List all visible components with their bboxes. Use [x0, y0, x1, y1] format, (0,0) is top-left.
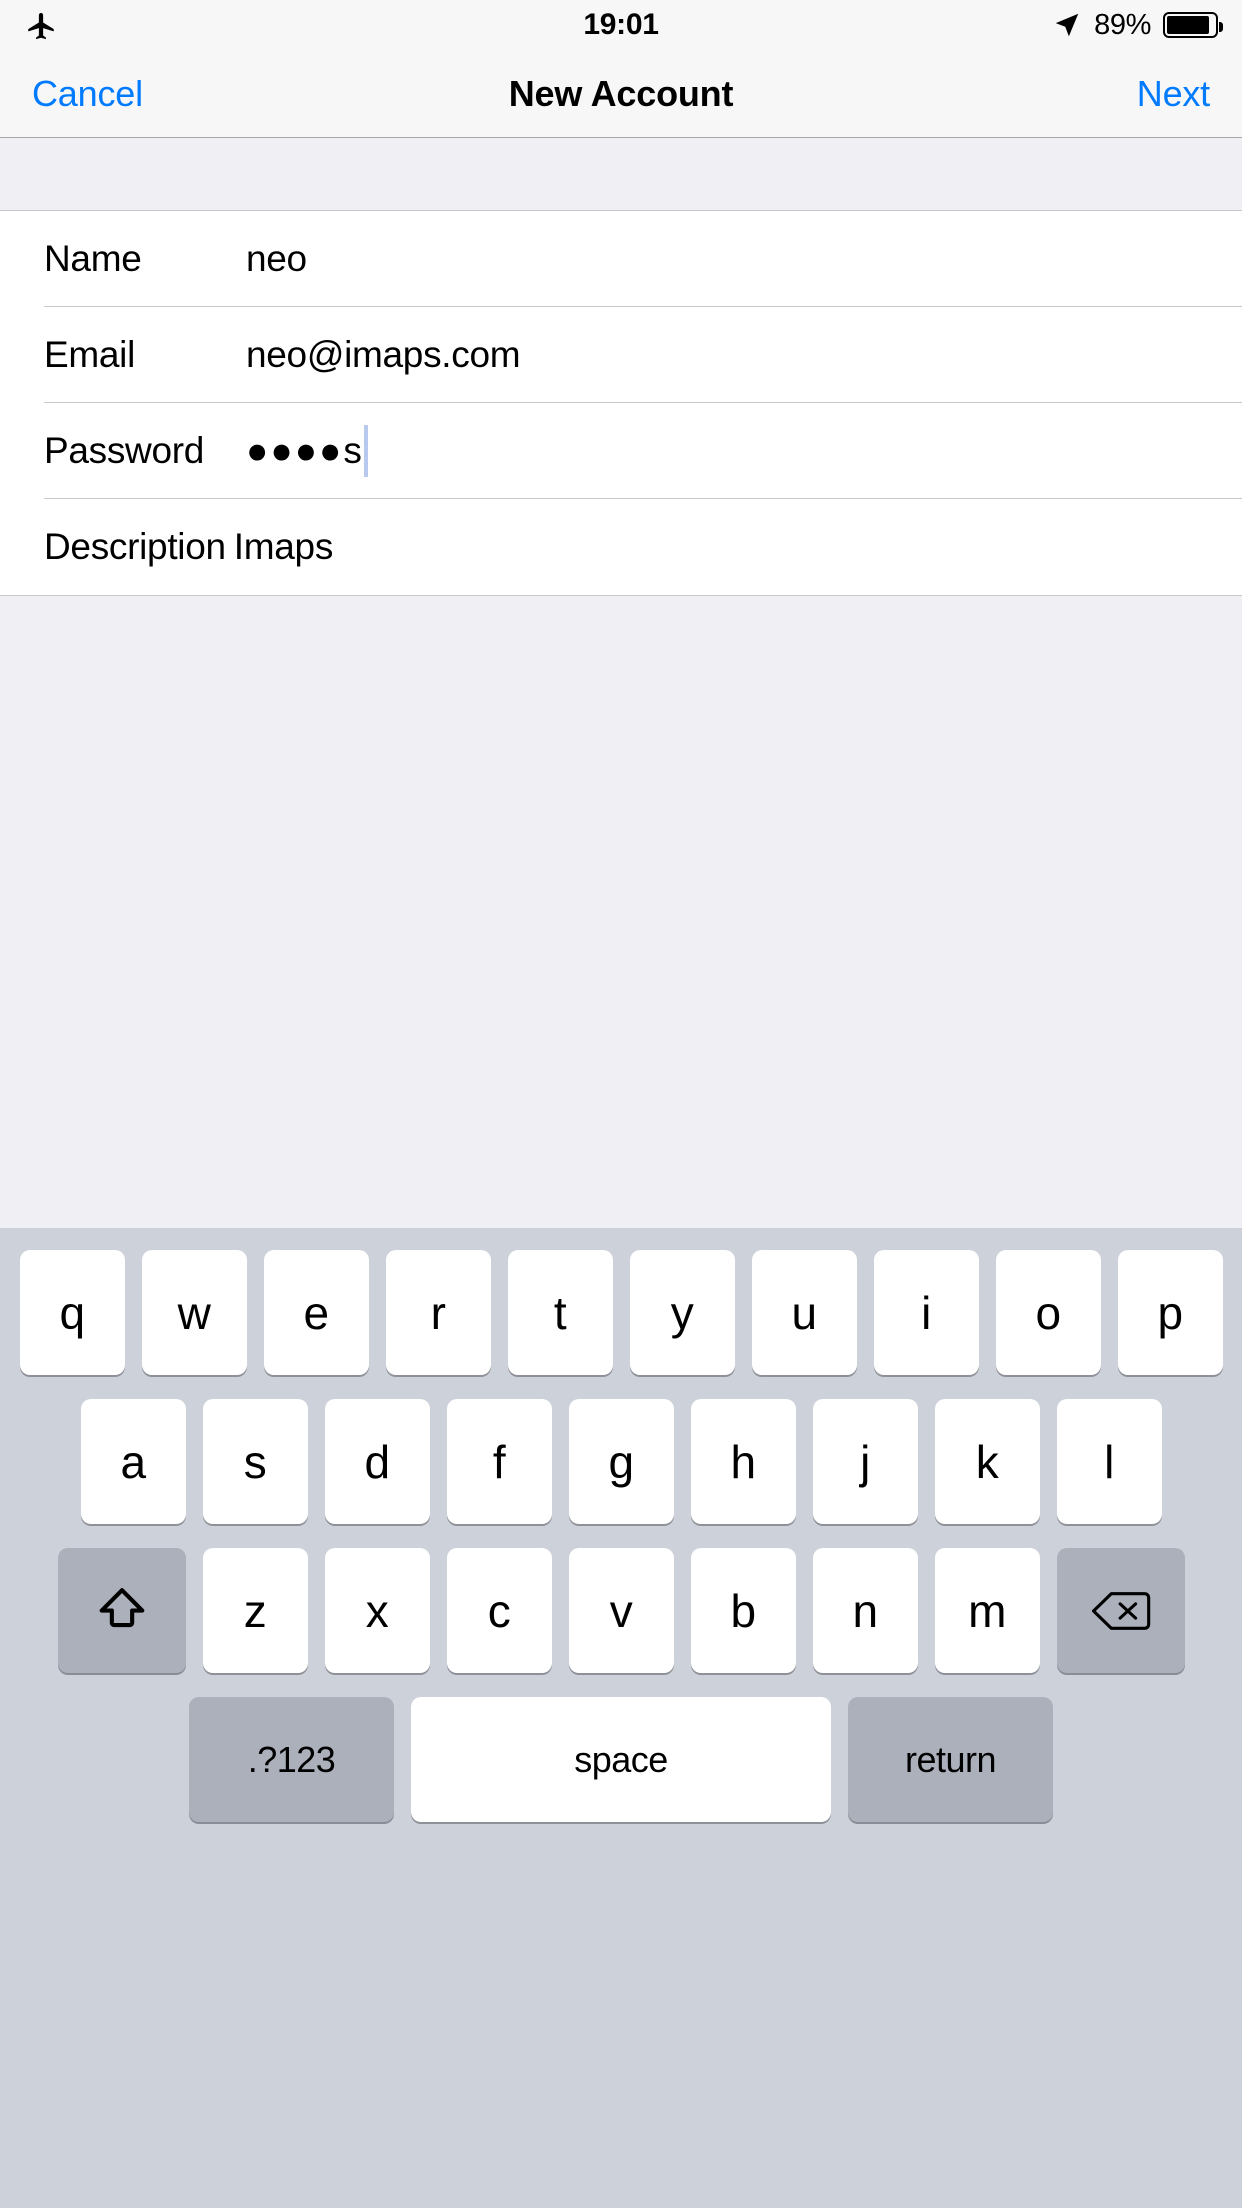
software-keyboard: qwertyuiop asdfghjkl zxcvbnm .?123 space…: [0, 1228, 1242, 2208]
key-z[interactable]: z: [202, 1548, 308, 1673]
keyboard-row-3-letters: zxcvbnm: [202, 1548, 1040, 1673]
form-row-password[interactable]: Password ●●●● s: [0, 403, 1242, 499]
empty-content-filler: [0, 596, 1242, 1228]
key-m[interactable]: m: [934, 1548, 1040, 1673]
password-field-value[interactable]: ●●●● s: [246, 425, 368, 477]
key-j[interactable]: j: [812, 1399, 918, 1524]
status-bar: 19:01 89%: [0, 0, 1242, 50]
key-t[interactable]: t: [507, 1250, 613, 1375]
key-v[interactable]: v: [568, 1548, 674, 1673]
key-c[interactable]: c: [446, 1548, 552, 1673]
key-q[interactable]: q: [19, 1250, 125, 1375]
email-field-label: Email: [44, 334, 136, 375]
key-i[interactable]: i: [873, 1250, 979, 1375]
battery-icon: [1163, 12, 1223, 38]
keyboard-row-3: zxcvbnm: [0, 1548, 1242, 1673]
key-a[interactable]: a: [80, 1399, 186, 1524]
table-section-header-spacer: [0, 138, 1242, 210]
password-masked-dots: ●●●●: [246, 430, 344, 471]
keyboard-row-2: asdfghjkl: [0, 1399, 1242, 1524]
key-s[interactable]: s: [202, 1399, 308, 1524]
key-u[interactable]: u: [751, 1250, 857, 1375]
key-x[interactable]: x: [324, 1548, 430, 1673]
email-field-value[interactable]: neo@imaps.com: [246, 334, 521, 376]
password-field-label: Password: [44, 430, 205, 471]
key-b[interactable]: b: [690, 1548, 796, 1673]
shift-arrow-icon: [93, 1582, 151, 1640]
key-g[interactable]: g: [568, 1399, 674, 1524]
name-field-value[interactable]: neo: [246, 238, 307, 280]
return-key[interactable]: return: [848, 1697, 1053, 1822]
key-o[interactable]: o: [995, 1250, 1101, 1375]
navigation-bar: Cancel New Account Next: [0, 50, 1242, 138]
content-area: Name neo Email neo@imaps.com Password ●●…: [0, 138, 1242, 1228]
status-bar-right: 89%: [1052, 0, 1223, 50]
form-row-name[interactable]: Name neo: [0, 211, 1242, 307]
key-f[interactable]: f: [446, 1399, 552, 1524]
key-e[interactable]: e: [263, 1250, 369, 1375]
page-title: New Account: [508, 72, 734, 114]
battery-fill: [1167, 16, 1209, 34]
form-row-description[interactable]: Description Imaps: [0, 499, 1242, 595]
space-key[interactable]: space: [411, 1697, 831, 1822]
cancel-button[interactable]: Cancel: [32, 73, 143, 115]
description-field-label: Description: [44, 526, 226, 567]
key-l[interactable]: l: [1056, 1399, 1162, 1524]
name-field-label: Name: [44, 238, 142, 279]
key-p[interactable]: p: [1117, 1250, 1223, 1375]
form-row-email[interactable]: Email neo@imaps.com: [0, 307, 1242, 403]
key-k[interactable]: k: [934, 1399, 1040, 1524]
key-w[interactable]: w: [141, 1250, 247, 1375]
delete-backspace-icon: [1090, 1585, 1152, 1637]
delete-key[interactable]: [1056, 1548, 1185, 1673]
key-r[interactable]: r: [385, 1250, 491, 1375]
keyboard-row-4: .?123 space return: [0, 1697, 1242, 1822]
keyboard-row-1: qwertyuiop: [0, 1250, 1242, 1375]
description-field-value[interactable]: Imaps: [234, 526, 334, 568]
battery-percent-label: 89%: [1094, 8, 1151, 41]
key-h[interactable]: h: [690, 1399, 796, 1524]
next-button[interactable]: Next: [1137, 73, 1210, 115]
numeric-mode-key[interactable]: .?123: [189, 1697, 394, 1822]
account-form-table: Name neo Email neo@imaps.com Password ●●…: [0, 210, 1242, 596]
location-arrow-icon: [1052, 10, 1082, 40]
key-d[interactable]: d: [324, 1399, 430, 1524]
shift-key[interactable]: [57, 1548, 186, 1673]
password-visible-char: s: [343, 430, 362, 471]
text-caret: [363, 425, 368, 477]
key-n[interactable]: n: [812, 1548, 918, 1673]
key-y[interactable]: y: [629, 1250, 735, 1375]
